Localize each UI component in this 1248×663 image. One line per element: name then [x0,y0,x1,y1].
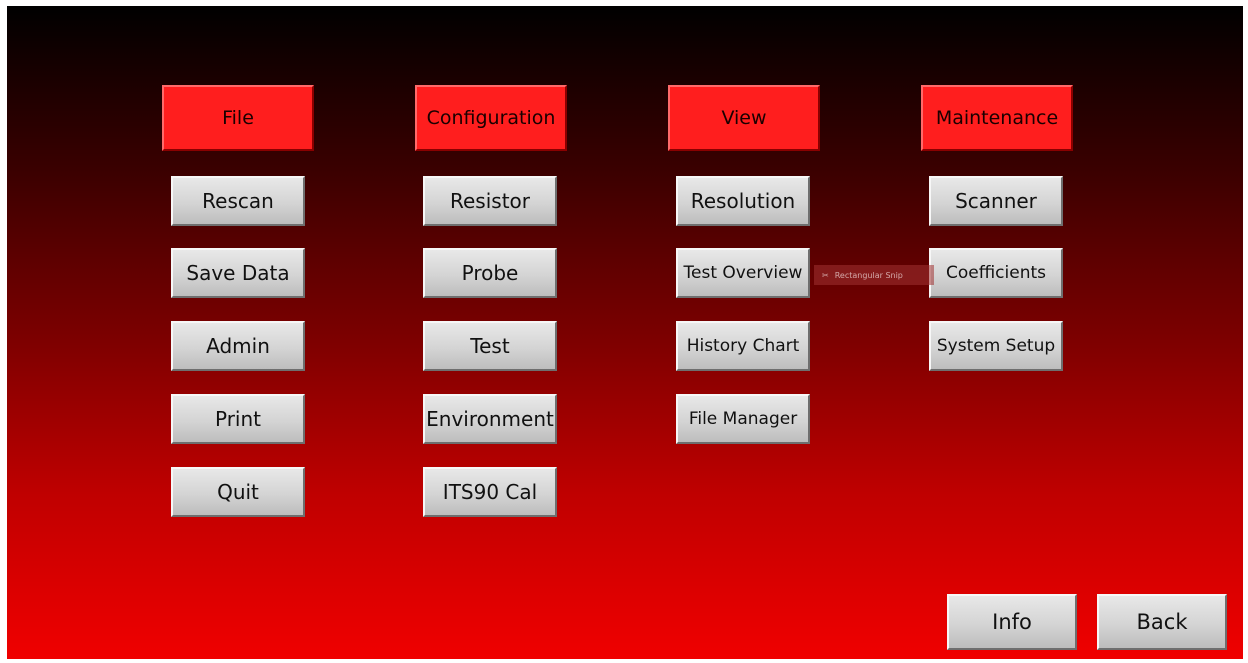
info-button[interactable]: Info [947,594,1077,650]
scanner-button[interactable]: Scanner [929,176,1063,226]
scissors-icon: ✂ [822,270,829,280]
environment-button[interactable]: Environment [423,394,557,444]
configuration-menu-header[interactable]: Configuration [415,85,567,151]
save-data-button[interactable]: Save Data [171,248,305,298]
file-manager-button[interactable]: File Manager [676,394,810,444]
print-button[interactable]: Print [171,394,305,444]
resolution-button[interactable]: Resolution [676,176,810,226]
probe-button[interactable]: Probe [423,248,557,298]
maintenance-menu-header[interactable]: Maintenance [921,85,1073,151]
rescan-button[interactable]: Rescan [171,176,305,226]
rectangular-snip-overlay: ✂ Rectangular Snip [814,265,934,285]
file-menu-header[interactable]: File [162,85,314,151]
back-button[interactable]: Back [1097,594,1227,650]
admin-button[interactable]: Admin [171,321,305,371]
history-chart-button[interactable]: History Chart [676,321,810,371]
test-overview-button[interactable]: Test Overview [676,248,810,298]
coefficients-button[interactable]: Coefficients [929,248,1063,298]
resistor-button[interactable]: Resistor [423,176,557,226]
its90-cal-button[interactable]: ITS90 Cal [423,467,557,517]
snip-label: Rectangular Snip [834,270,903,280]
view-menu-header[interactable]: View [668,85,820,151]
test-button[interactable]: Test [423,321,557,371]
system-setup-button[interactable]: System Setup [929,321,1063,371]
main-menu-screen: File Rescan Save Data Admin Print Quit C… [7,6,1243,659]
quit-button[interactable]: Quit [171,467,305,517]
